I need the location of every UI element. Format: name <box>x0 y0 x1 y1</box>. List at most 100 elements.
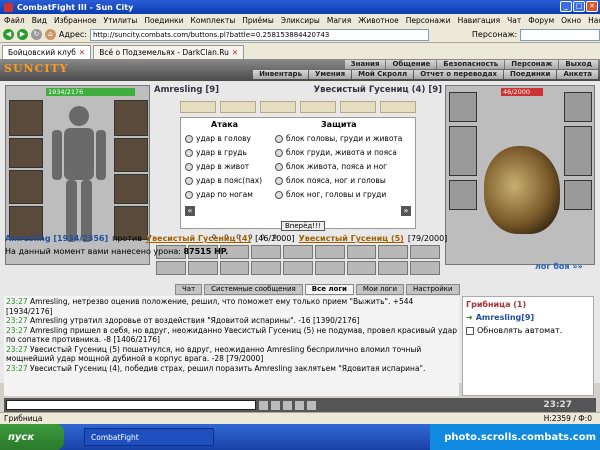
translit-icon[interactable] <box>307 400 316 410</box>
battle-log-link[interactable]: лог боя »» <box>535 262 583 271</box>
defense-4[interactable]: блок пояса, ног и головы <box>275 176 386 185</box>
technique-icon[interactable] <box>314 261 345 275</box>
armor-slot[interactable] <box>9 170 43 204</box>
menu-techniques[interactable]: Приёмы <box>242 16 273 25</box>
address-input[interactable]: http://suncity.combats.com/buttons.pl?ba… <box>89 28 429 41</box>
gloves-slot[interactable] <box>114 138 148 172</box>
defense-2[interactable]: блок груди, живота и пояса <box>275 148 397 157</box>
attack-groin[interactable]: удар в пояс(пах) <box>185 176 262 185</box>
scroll-slot[interactable] <box>380 101 416 113</box>
nav-knowledge[interactable]: Знания <box>344 60 386 69</box>
menu-utils[interactable]: Утилиты <box>104 16 138 25</box>
nav-security[interactable]: Безопасность <box>437 60 505 69</box>
menu-view[interactable]: Вид <box>32 16 47 25</box>
menu-settings[interactable]: Настройки <box>588 16 600 25</box>
technique-icon[interactable] <box>283 261 313 275</box>
defense-radio[interactable] <box>275 176 283 185</box>
tab-fight-club[interactable]: Бойцовский клуб ✕ <box>2 45 92 59</box>
menu-favorites[interactable]: Избранное <box>54 16 97 25</box>
go-button[interactable]: Вперёд!!! <box>281 221 325 231</box>
prev-arrow-icon[interactable]: « <box>185 206 195 216</box>
scroll-slot[interactable] <box>180 101 216 113</box>
forward-icon[interactable]: ▶ <box>16 29 28 40</box>
vs-enemy-1[interactable]: Увесистый Гусениц (4) <box>146 234 251 245</box>
nav-inventory[interactable]: Инвентарь <box>253 70 308 79</box>
nav-social[interactable]: Общение <box>386 60 437 69</box>
defense-5[interactable]: блок ног, головы и груди <box>275 190 386 199</box>
defense-radio[interactable] <box>275 134 283 143</box>
technique-icon[interactable] <box>346 245 377 259</box>
technique-icon[interactable] <box>251 261 282 275</box>
maximize-button[interactable]: □ <box>573 1 585 12</box>
back-icon[interactable]: ◀ <box>3 29 14 40</box>
refresh-icon[interactable]: ↻ <box>30 29 42 40</box>
technique-icon[interactable] <box>378 245 409 259</box>
nav-fights[interactable]: Поединки <box>503 70 557 79</box>
shield-slot[interactable] <box>114 100 148 136</box>
attack-radio[interactable] <box>185 176 193 185</box>
smile-icon[interactable] <box>259 400 268 410</box>
location-person[interactable]: ➜ Amresling[9] <box>466 313 590 322</box>
vs-player[interactable]: Amresling [1934/2356] <box>5 234 108 245</box>
chat-tab-settings[interactable]: Настройки <box>406 284 460 295</box>
technique-icon[interactable] <box>410 261 440 275</box>
menu-forum[interactable]: Форум <box>528 16 554 25</box>
attack-radio[interactable] <box>185 190 193 199</box>
nav-transfers[interactable]: Отчет о переводах <box>414 70 503 79</box>
technique-icon[interactable] <box>346 261 377 275</box>
person-input[interactable] <box>520 28 600 41</box>
menu-file[interactable]: Файл <box>4 16 25 25</box>
start-button[interactable]: пуск <box>0 424 64 450</box>
nav-skills[interactable]: Умения <box>309 70 352 79</box>
filter-icon[interactable] <box>295 400 304 410</box>
close-button[interactable]: ✕ <box>586 1 598 12</box>
nav-profile[interactable]: Анкета <box>557 70 598 79</box>
technique-icon[interactable] <box>314 245 345 259</box>
technique-icon[interactable] <box>187 261 218 275</box>
menu-fights[interactable]: Поединки <box>144 16 183 25</box>
attack-chest[interactable]: удар в грудь <box>185 148 247 157</box>
send-icon[interactable] <box>271 400 280 410</box>
chat-tab-chat[interactable]: Чат <box>175 284 203 295</box>
next-arrow-icon[interactable]: » <box>401 206 411 216</box>
attack-belly[interactable]: удар в живот <box>185 162 249 171</box>
chat-tab-all-logs[interactable]: Все логи <box>304 284 354 295</box>
nav-character[interactable]: Персонаж <box>505 60 559 69</box>
helmet-slot[interactable] <box>9 100 43 136</box>
technique-icon[interactable] <box>410 245 440 259</box>
defense-radio[interactable] <box>275 190 283 199</box>
menu-characters[interactable]: Персонажи <box>406 16 451 25</box>
close-tab-icon[interactable]: ✕ <box>232 48 238 57</box>
technique-icon[interactable] <box>156 261 186 275</box>
chat-input[interactable] <box>6 400 256 410</box>
menu-animal[interactable]: Животное <box>358 16 398 25</box>
scroll-slot[interactable] <box>260 101 296 113</box>
nav-my-scroll[interactable]: Мой Скролл <box>352 70 414 79</box>
weapon-slot[interactable] <box>9 138 43 168</box>
nav-exit[interactable]: Выход <box>559 60 598 69</box>
taskbar-item[interactable]: CombatFight <box>84 428 214 446</box>
attack-radio[interactable] <box>185 162 193 171</box>
menu-navigation[interactable]: Навигация <box>458 16 501 25</box>
attack-head[interactable]: удар в голову <box>185 134 251 143</box>
tab-darkclan[interactable]: Всё о Подземельях - DarkClan.Ru ✕ <box>93 45 245 59</box>
enemy-name[interactable]: Увесистый Гусениц (4) [9] <box>314 85 442 95</box>
minimize-button[interactable]: _ <box>560 1 572 12</box>
player-name[interactable]: Amresling [9] <box>154 85 219 95</box>
menu-sets[interactable]: Комплекты <box>191 16 236 25</box>
ring-slot[interactable] <box>114 174 148 204</box>
menu-elixirs[interactable]: Эликсиры <box>281 16 320 25</box>
chat-tab-my-logs[interactable]: Мои логи <box>355 284 404 295</box>
auto-refresh-checkbox[interactable] <box>466 326 474 335</box>
menu-window[interactable]: Окно <box>561 16 581 25</box>
chat-tab-system[interactable]: Системные сообщения <box>204 284 303 295</box>
menu-chat[interactable]: Чат <box>507 16 521 25</box>
clear-icon[interactable] <box>283 400 292 410</box>
defense-radio[interactable] <box>275 162 283 171</box>
defense-radio[interactable] <box>275 148 283 157</box>
close-tab-icon[interactable]: ✕ <box>79 48 85 57</box>
vs-enemy-2[interactable]: Увесистый Гусениц (5) <box>299 234 404 245</box>
home-icon[interactable]: ⌂ <box>44 29 56 40</box>
defense-1[interactable]: блок головы, груди и живота <box>275 134 402 143</box>
scroll-slot[interactable] <box>220 101 256 113</box>
